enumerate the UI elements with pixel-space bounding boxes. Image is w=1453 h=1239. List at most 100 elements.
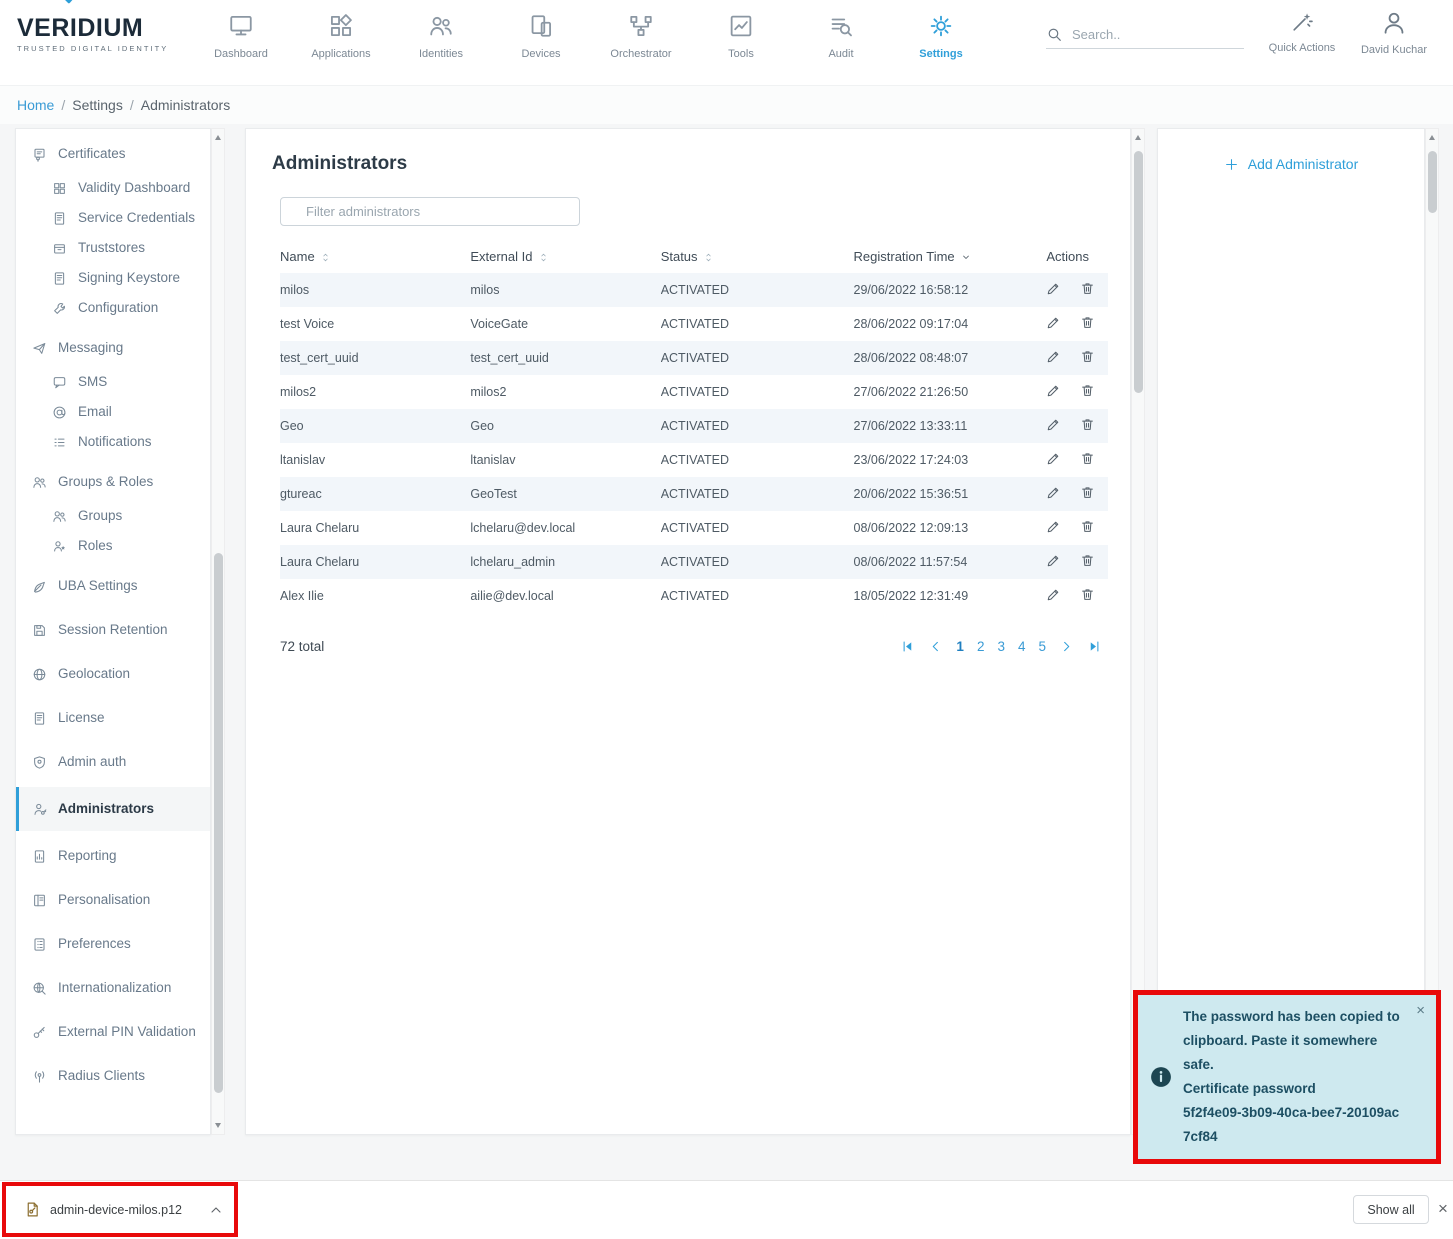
groups-roles-icon [32, 475, 47, 490]
pagination-page-2[interactable]: 2 [977, 639, 985, 654]
pagination-page-3[interactable]: 3 [997, 639, 1005, 654]
nav-item-settings[interactable]: Settings [891, 8, 991, 60]
user-icon [1381, 10, 1407, 36]
nav-item-audit[interactable]: Audit [791, 8, 891, 60]
toast-close-button[interactable]: × [1416, 1003, 1425, 1018]
scroll-up-arrow[interactable] [1132, 130, 1144, 145]
scroll-up-arrow[interactable] [212, 130, 224, 145]
cell-external-id: VoiceGate [470, 307, 660, 341]
download-item[interactable]: admin-device-milos.p12 [2, 1182, 238, 1237]
delete-button[interactable] [1080, 485, 1095, 500]
sidebar-item-signing-keystore[interactable]: Signing Keystore [16, 263, 210, 293]
delete-button[interactable] [1080, 553, 1095, 568]
scroll-up-arrow[interactable] [1426, 130, 1438, 145]
edit-button[interactable] [1046, 587, 1061, 602]
delete-button[interactable] [1080, 281, 1095, 296]
sidebar-item-email[interactable]: Email [16, 397, 210, 427]
cell-registration-time: 08/06/2022 12:09:13 [854, 511, 1047, 545]
delete-button[interactable] [1080, 451, 1095, 466]
sidebar-item-preferences[interactable]: Preferences [16, 925, 210, 963]
show-all-button[interactable]: Show all [1353, 1195, 1429, 1224]
delete-button[interactable] [1080, 349, 1095, 364]
edit-button[interactable] [1046, 383, 1061, 398]
column-header-registration-time[interactable]: Registration Time [854, 240, 1047, 273]
chevron-up-icon[interactable] [208, 1202, 224, 1218]
pagination-last-button[interactable] [1087, 639, 1102, 654]
nav-item-orchestrator[interactable]: Orchestrator [591, 8, 691, 60]
filter-administrators-input[interactable] [280, 197, 580, 226]
quick-actions-button[interactable]: Quick Actions [1262, 10, 1342, 54]
sidebar-item-service-credentials[interactable]: Service Credentials [16, 203, 210, 233]
pagination-page-4[interactable]: 4 [1018, 639, 1026, 654]
add-administrator-button[interactable]: Add Administrator [1224, 156, 1359, 172]
sidebar-item-sms[interactable]: SMS [16, 367, 210, 397]
delete-button[interactable] [1080, 587, 1095, 602]
sidebar-item-external-pin-validation[interactable]: External PIN Validation [16, 1013, 210, 1051]
edit-button[interactable] [1046, 485, 1061, 500]
sidebar-item-license[interactable]: License [16, 699, 210, 737]
sidebar-item-session-retention[interactable]: Session Retention [16, 611, 210, 649]
download-bar-close-button[interactable]: × [1438, 1200, 1448, 1217]
pagination-first-button[interactable] [900, 639, 915, 654]
sidebar-item-administrators[interactable]: Administrators [16, 787, 210, 831]
sidebar-item-messaging[interactable]: Messaging [16, 329, 210, 367]
cell-registration-time: 27/06/2022 21:26:50 [854, 375, 1047, 409]
sidebar-item-reporting[interactable]: Reporting [16, 837, 210, 875]
sidebar-item-internationalization[interactable]: Internationalization [16, 969, 210, 1007]
table-row: gtureacGeoTestACTIVATED20/06/2022 15:36:… [280, 477, 1108, 511]
edit-button[interactable] [1046, 315, 1061, 330]
sidebar-item-groups[interactable]: Groups [16, 501, 210, 531]
delete-button[interactable] [1080, 417, 1095, 432]
nav-item-identities[interactable]: Identities [391, 8, 491, 60]
sidebar-item-notifications[interactable]: Notifications [16, 427, 210, 457]
edit-button[interactable] [1046, 417, 1061, 432]
sidebar-item-configuration[interactable]: Configuration [16, 293, 210, 323]
pagination-prev-button[interactable] [928, 639, 943, 654]
user-menu[interactable]: David Kuchar [1352, 10, 1436, 56]
column-header-name[interactable]: Name [280, 240, 470, 273]
preferences-icon [32, 937, 47, 952]
sidebar-item-uba-settings[interactable]: UBA Settings [16, 567, 210, 605]
edit-button[interactable] [1046, 451, 1061, 466]
sidebar-item-truststores[interactable]: Truststores [16, 233, 210, 263]
sort-icon [320, 252, 331, 263]
nav-item-tools[interactable]: Tools [691, 8, 791, 60]
pagination-next-button[interactable] [1059, 639, 1074, 654]
column-header-external-id[interactable]: External Id [470, 240, 660, 273]
main-scrollbar-thumb[interactable] [1134, 151, 1143, 393]
edit-button[interactable] [1046, 349, 1061, 364]
truststores-icon [52, 241, 67, 256]
column-header-status[interactable]: Status [661, 240, 854, 273]
sidebar-item-label: UBA Settings [58, 578, 138, 595]
search-input[interactable] [1072, 27, 1248, 42]
delete-button[interactable] [1080, 315, 1095, 330]
brand-name: VERIDIUM [17, 14, 168, 43]
sidebar-item-radius-clients[interactable]: Radius Clients [16, 1057, 210, 1095]
sidebar-item-groups-roles[interactable]: Groups & Roles [16, 463, 210, 501]
sidebar-item-geolocation[interactable]: Geolocation [16, 655, 210, 693]
delete-button[interactable] [1080, 519, 1095, 534]
delete-button[interactable] [1080, 383, 1095, 398]
sidebar-item-label: Preferences [58, 936, 131, 953]
edit-button[interactable] [1046, 519, 1061, 534]
breadcrumb-item-home[interactable]: Home [17, 97, 54, 113]
nav-item-label: Dashboard [214, 48, 268, 60]
pagination-page-1[interactable]: 1 [956, 639, 964, 654]
nav-item-applications[interactable]: Applications [291, 8, 391, 60]
pagination-page-5[interactable]: 5 [1038, 639, 1046, 654]
cell-registration-time: 28/06/2022 09:17:04 [854, 307, 1047, 341]
window-scrollbar-thumb[interactable] [1428, 151, 1437, 213]
sidebar-item-personalisation[interactable]: Personalisation [16, 881, 210, 919]
sidebar-item-roles[interactable]: Roles [16, 531, 210, 561]
sidebar-item-validity-dashboard[interactable]: Validity Dashboard [16, 173, 210, 203]
nav-item-dashboard[interactable]: Dashboard [191, 8, 291, 60]
sidebar-item-admin-auth[interactable]: Admin auth [16, 743, 210, 781]
edit-button[interactable] [1046, 281, 1061, 296]
edit-button[interactable] [1046, 553, 1061, 568]
scroll-down-arrow[interactable] [212, 1118, 224, 1133]
brand-logo[interactable]: VERIDIUM TRUSTED DIGITAL IDENTITY [17, 14, 168, 53]
sidebar-item-certificates[interactable]: Certificates [16, 135, 210, 173]
nav-item-devices[interactable]: Devices [491, 8, 591, 60]
page-prev-icon [928, 639, 943, 654]
sidebar-scrollbar-thumb[interactable] [214, 553, 223, 1093]
